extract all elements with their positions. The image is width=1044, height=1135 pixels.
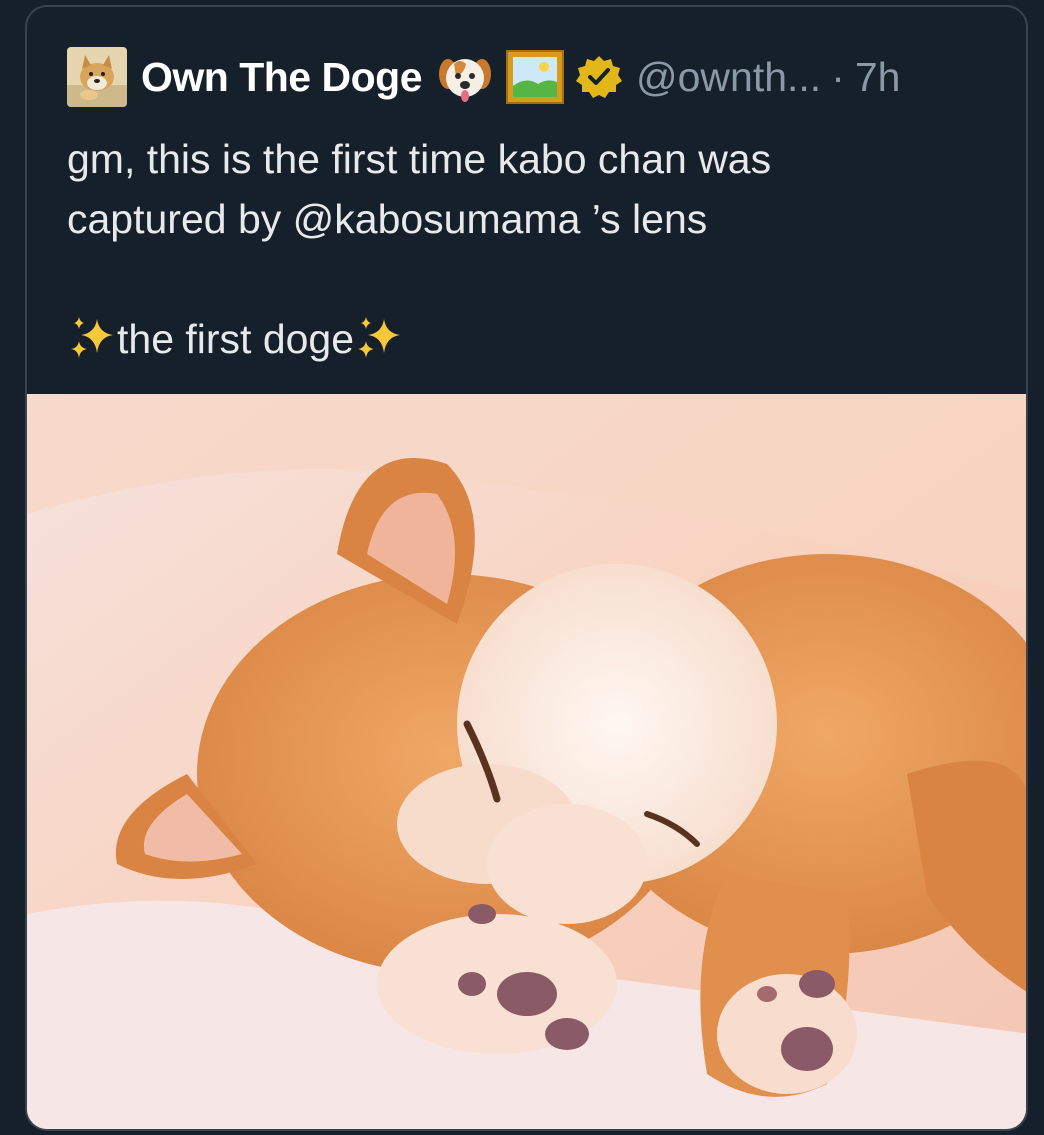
tweet-photo[interactable]: [27, 394, 1026, 1129]
tweet-text-line-mention: captured by @kabosumama ’s lens: [67, 196, 708, 242]
meta-separator: ·: [831, 53, 845, 100]
dog-face-emoji-icon: [436, 48, 494, 106]
tweet-header: Own The Doge @ownth... · 7h: [67, 45, 900, 109]
highlight-text: the first doge: [117, 316, 355, 362]
tweet-text-line: gm, this is the first time kabo chan was: [67, 136, 772, 182]
timestamp[interactable]: 7h: [855, 54, 901, 101]
author-handle[interactable]: @ownth...: [636, 54, 821, 101]
avatar[interactable]: [67, 47, 127, 107]
tweet-text: gm, this is the first time kabo chan was…: [67, 129, 997, 369]
framed-picture-emoji-icon: [506, 48, 564, 106]
display-name[interactable]: Own The Doge: [141, 54, 423, 101]
tweet-card[interactable]: Own The Doge @ownth... · 7h gm, this is …: [25, 5, 1028, 1131]
sparkles-emoji-icon: [67, 315, 117, 361]
sparkles-emoji-icon: [354, 315, 404, 361]
verified-badge-icon[interactable]: [576, 54, 622, 100]
tweet-text-highlight-line: the first doge: [67, 309, 997, 369]
sleeping-shiba-inu-photo: [27, 394, 1026, 1129]
